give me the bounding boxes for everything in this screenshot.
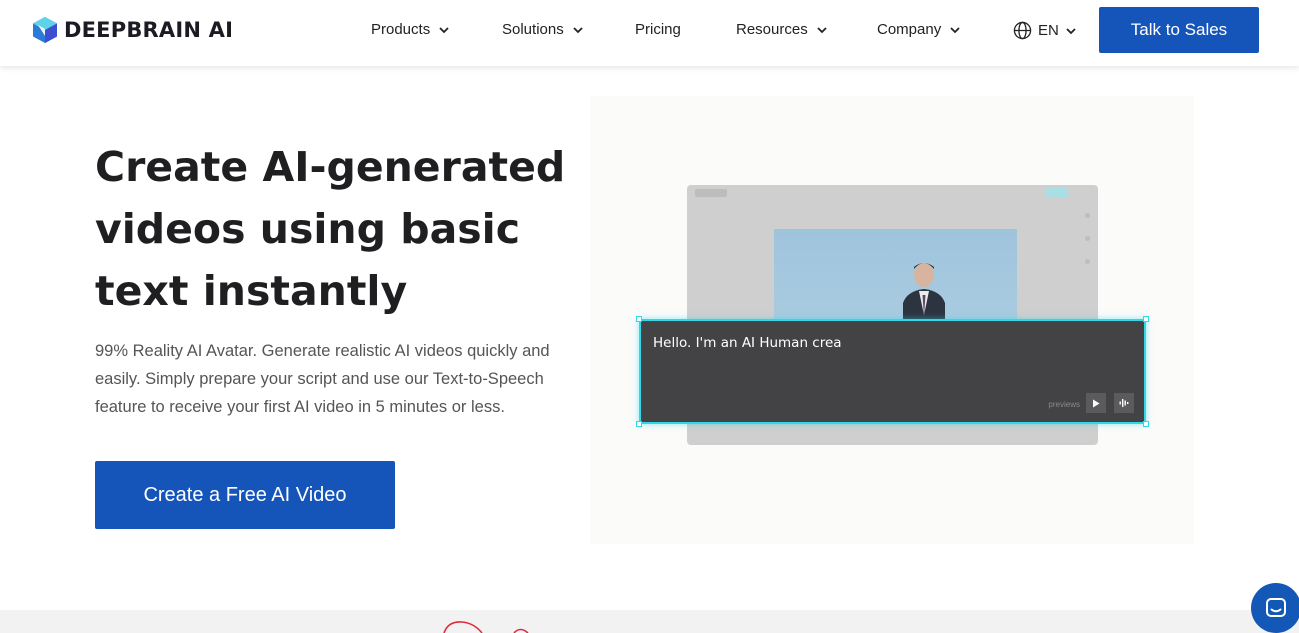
resize-handle[interactable] — [1143, 421, 1149, 427]
logo-icon — [33, 17, 57, 43]
play-icon — [1093, 399, 1100, 407]
create-free-video-button[interactable]: Create a Free AI Video — [95, 461, 395, 529]
nav-item-label: Pricing — [635, 21, 681, 38]
nav-item-solutions[interactable]: Solutions — [502, 21, 584, 38]
voice-button[interactable] — [1114, 393, 1134, 413]
chat-launcher-button[interactable] — [1251, 583, 1299, 633]
editor-side-tools — [1085, 213, 1090, 282]
globe-icon — [1013, 21, 1032, 40]
chevron-down-icon — [817, 26, 827, 33]
editor-toolbar — [695, 189, 727, 197]
hero-title: Create AI-generated videos using basic t… — [95, 143, 566, 315]
hero-subtitle: 99% Reality AI Avatar. Generate realisti… — [95, 342, 550, 416]
decorative-scribble — [443, 621, 529, 633]
nav-item-label: Company — [877, 21, 942, 38]
next-section — [0, 610, 1299, 633]
play-button[interactable] — [1086, 393, 1106, 413]
nav-item-products[interactable]: Products — [371, 21, 450, 38]
nav-item-company[interactable]: Company — [877, 21, 961, 38]
nav-item-resources[interactable]: Resources — [736, 21, 828, 38]
editor-export-button — [1046, 188, 1068, 198]
talk-to-sales-button[interactable]: Talk to Sales — [1099, 7, 1259, 53]
chevron-down-icon — [573, 26, 583, 33]
brand-logo[interactable]: DEEPBRAIN AI — [32, 16, 233, 44]
language-label: EN — [1038, 22, 1059, 39]
script-text: Hello. I'm an AI Human crea — [653, 335, 842, 351]
nav-item-label: Solutions — [502, 21, 564, 38]
resize-handle[interactable] — [636, 421, 642, 427]
script-editor[interactable]: Hello. I'm an AI Human crea previews — [639, 319, 1146, 424]
nav-item-label: Products — [371, 21, 431, 38]
audio-wave-icon — [1119, 399, 1129, 407]
chat-icon — [1266, 598, 1286, 617]
nav-item-label: Resources — [736, 21, 808, 38]
site-header: DEEPBRAIN AI Products Solutions Pricing … — [0, 0, 1299, 66]
chevron-down-icon — [950, 26, 960, 33]
previews-label: previews — [1048, 400, 1080, 409]
chevron-down-icon — [1066, 27, 1076, 34]
resize-handle[interactable] — [1143, 316, 1149, 322]
chevron-down-icon — [439, 26, 449, 33]
resize-handle[interactable] — [636, 316, 642, 322]
language-selector[interactable]: EN — [1013, 21, 1077, 40]
nav-item-pricing[interactable]: Pricing — [635, 21, 681, 38]
brand-name: DEEPBRAIN AI — [64, 18, 234, 42]
